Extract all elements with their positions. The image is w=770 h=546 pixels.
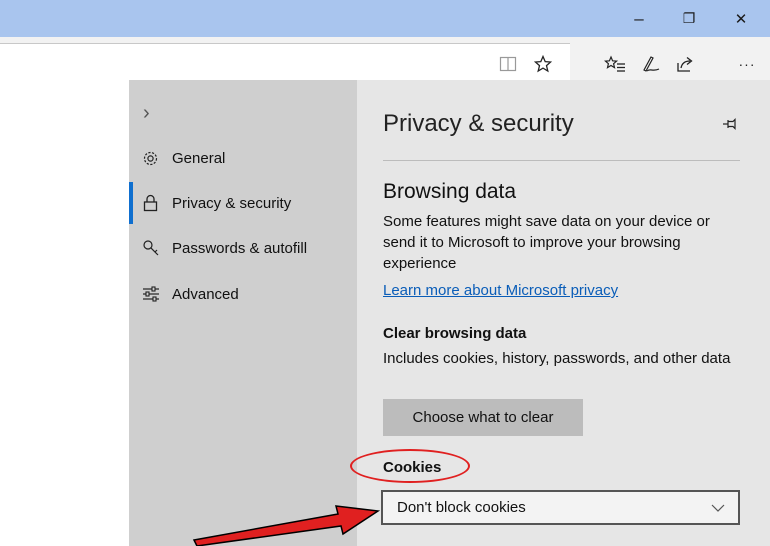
close-icon: ✕ (734, 10, 748, 28)
pin-icon (723, 118, 736, 130)
annotation-ellipse (350, 449, 470, 483)
clear-browsing-data-heading: Clear browsing data (383, 325, 527, 342)
gear-icon (142, 150, 172, 167)
pin-button[interactable] (722, 117, 740, 136)
nav-item-general[interactable]: General (129, 137, 357, 179)
page-content (0, 80, 130, 546)
clear-browsing-data-description: Includes cookies, history, passwords, an… (383, 350, 731, 367)
favorites-list-icon (604, 55, 625, 72)
sliders-icon (142, 286, 172, 302)
favorite-button[interactable] (528, 45, 558, 83)
choose-what-to-clear-button[interactable]: Choose what to clear (383, 399, 583, 436)
nav-item-label: Passwords & autofill (172, 239, 308, 257)
lock-icon (142, 194, 172, 212)
minimize-icon: – (634, 8, 644, 28)
share-icon (677, 56, 693, 72)
favorites-hub-button[interactable] (600, 45, 630, 83)
nav-item-label: Advanced (172, 285, 239, 303)
restore-icon: ❐ (682, 10, 696, 26)
web-note-button[interactable] (636, 45, 666, 83)
divider (383, 160, 740, 161)
pen-icon (643, 56, 660, 72)
nav-item-advanced[interactable]: Advanced (129, 273, 357, 315)
cookies-selected-value: Don't block cookies (397, 499, 526, 516)
restore-button[interactable]: ❐ (668, 0, 710, 37)
key-icon (142, 239, 172, 257)
star-icon (534, 55, 552, 73)
annotation-arrow (192, 505, 381, 546)
panel-title: Privacy & security (383, 110, 574, 137)
more-icon: ··· (738, 56, 756, 72)
close-button[interactable]: ✕ (720, 0, 762, 37)
minimize-button[interactable]: – (618, 0, 660, 37)
address-bar[interactable] (0, 43, 570, 85)
nav-item-privacy-security[interactable]: Privacy & security (129, 182, 357, 224)
more-button[interactable]: ··· (732, 45, 762, 83)
nav-item-label: Privacy & security (172, 194, 292, 212)
browsing-data-description: Some features might save data on your de… (383, 213, 710, 272)
collapse-nav-button[interactable]: › (143, 102, 150, 125)
chevron-right-icon: › (143, 102, 150, 124)
share-button[interactable] (670, 45, 700, 83)
cookies-dropdown[interactable]: Don't block cookies (381, 490, 740, 525)
nav-item-passwords-autofill[interactable]: Passwords & autofill (129, 227, 357, 269)
chevron-down-icon (711, 504, 725, 512)
nav-item-label: General (172, 149, 226, 167)
book-icon (499, 56, 517, 72)
reading-view-button[interactable] (493, 45, 523, 83)
browsing-data-heading: Browsing data (383, 180, 517, 203)
privacy-learn-more-link[interactable]: Learn more about Microsoft privacy (383, 282, 618, 299)
